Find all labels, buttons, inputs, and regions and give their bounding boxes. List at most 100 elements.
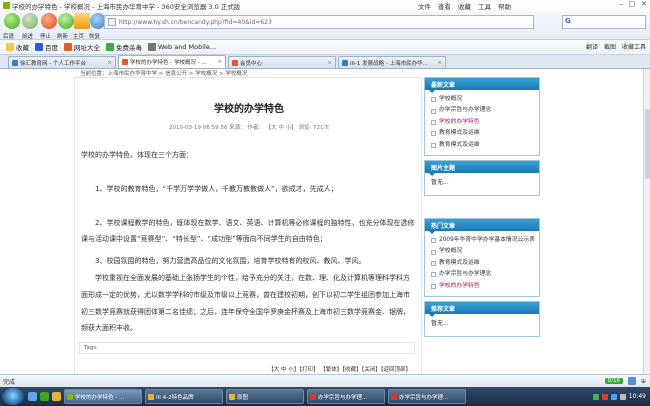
- list-item[interactable]: 教育模式及运维: [431, 258, 535, 269]
- sidebar: 最新文章 学校概况 办学宗旨与办学理念 学校的办学特色 教育模式及运维 教育模式…: [424, 77, 540, 341]
- zoom-icon[interactable]: ⊕: [641, 378, 646, 385]
- article-panel: 学校的办学特色 2010-03-19 06:59:56 来源： 作者： 【大 中…: [74, 77, 422, 374]
- screenshot-button[interactable]: 截图: [604, 42, 616, 51]
- list-item[interactable]: 学校概况: [431, 94, 535, 105]
- tab-strategy[interactable]: III-1 发展战略 - 上海市民办华... ×: [338, 56, 446, 68]
- bullet-icon: [431, 249, 436, 255]
- menu-file[interactable]: 文件: [418, 1, 431, 11]
- bullet-icon: [431, 142, 436, 148]
- web-page: 当前位置：上海市民办华育中学 > 信息公开 > 学校概况 > 学校概况 学校的办…: [0, 69, 643, 374]
- address-bar[interactable]: http://www.hy.sh.cn/bencandy.php?fid=40&…: [104, 15, 534, 29]
- favorites-right-tools: 翻译 截图 收藏工具: [586, 42, 646, 51]
- app-icon: [310, 393, 316, 400]
- pictures-title: 图片主题: [425, 161, 539, 177]
- start-button[interactable]: [2, 388, 24, 405]
- list-item[interactable]: 2009年华育中学办学基本情况公示表: [431, 235, 535, 246]
- menu-view[interactable]: 查看: [438, 1, 451, 11]
- tab-page-icon: [12, 59, 18, 66]
- list-item[interactable]: 学校的办学特色: [431, 281, 535, 292]
- browser-icon[interactable]: [40, 392, 49, 401]
- list-item[interactable]: 教育模式及运维: [431, 128, 535, 139]
- desktop-icon[interactable]: [28, 392, 37, 401]
- taskbar-window[interactable]: 办学宗旨与办学理...: [307, 389, 385, 404]
- close-icon[interactable]: ✕: [641, 0, 647, 8]
- stop-icon[interactable]: [41, 13, 57, 29]
- system-tray: 10:49: [554, 387, 650, 406]
- article-title: 学校的办学特色: [214, 104, 284, 115]
- list-item[interactable]: 学校概况: [431, 246, 535, 257]
- home-icon[interactable]: [74, 13, 90, 29]
- recommended-title: 推荐文章: [425, 302, 539, 318]
- menu-favorites[interactable]: 收藏: [458, 1, 471, 11]
- tab-member-center[interactable]: 会员中心 ×: [228, 56, 336, 68]
- app-icon: [391, 393, 397, 400]
- folder-icon[interactable]: [52, 392, 61, 401]
- list-item[interactable]: 办学宗旨与办学理念: [431, 269, 535, 280]
- tab-page-icon: [342, 59, 348, 66]
- tab-close-icon[interactable]: ×: [437, 60, 442, 66]
- favorite-baidu[interactable]: 百度: [35, 42, 58, 52]
- tray-network-icon[interactable]: [610, 393, 617, 400]
- download-counter[interactable]: 0/16: [604, 378, 623, 384]
- article-body: 学校的办学特色，体现在三个方面： 1、学校的教育特色，“千学万学学做人，千教万教…: [81, 147, 415, 337]
- favorite-sites[interactable]: 网址大全: [64, 42, 100, 52]
- app-icon: [229, 393, 235, 400]
- status-bar: 完成 0/16 ⊕: [0, 374, 650, 387]
- tray-security-icon[interactable]: [592, 393, 599, 400]
- tags-field: Tags:: [79, 342, 415, 354]
- recommended-box: 推荐文章 暂无...: [424, 301, 540, 338]
- browser-window: 学校的办学特色 - 学校概况 - 上海市民办华育中学 - 360安全浏览器 3.…: [0, 0, 650, 406]
- scrollbar-thumb[interactable]: [645, 109, 650, 179]
- pictures-empty: 暂无...: [431, 179, 449, 187]
- menu-tools[interactable]: 工具: [478, 1, 491, 11]
- tab-close-icon[interactable]: ×: [327, 60, 332, 66]
- search-engine-icon[interactable]: G: [565, 17, 571, 25]
- search-box[interactable]: G: [562, 15, 646, 29]
- minimize-icon[interactable]: –: [619, 0, 623, 8]
- recommended-empty: 暂无...: [431, 320, 449, 328]
- taskbar: 学校的办学特色 - ... III 4-2特色品牌 原图 办学宗旨与办学理...…: [0, 387, 650, 406]
- tab-school-features[interactable]: 学校的办学特色 - 学校概况 - ... ×: [118, 55, 226, 68]
- browser-logo-icon: [3, 2, 10, 9]
- vertical-scrollbar[interactable]: [643, 69, 650, 374]
- fav-tools-button[interactable]: 收藏工具: [622, 42, 646, 51]
- bullet-icon: [431, 108, 436, 114]
- favorites-button[interactable]: 收藏: [6, 42, 29, 52]
- page-icon: [108, 18, 116, 26]
- window-title: 学校的办学特色 - 学校概况 - 上海市民办华育中学 - 360安全浏览器 3.…: [12, 2, 241, 11]
- globe-icon[interactable]: [627, 377, 636, 385]
- favorite-antivirus[interactable]: 免费杀毒: [106, 42, 142, 52]
- taskbar-window[interactable]: 原图: [226, 389, 304, 404]
- favorites-bar: 收藏 百度 网址大全 免费杀毒 Web and Mobile... 翻译 截图 …: [0, 40, 650, 55]
- list-item[interactable]: 学校的办学特色: [431, 117, 535, 128]
- tab-page-icon: [122, 59, 128, 65]
- article-footer-links[interactable]: 【大 中 小】【打印】 【繁体】【收藏】【关闭】【返回顶部】: [75, 365, 423, 373]
- tab-close-icon[interactable]: ×: [107, 60, 112, 66]
- taskbar-window[interactable]: 办学宗旨与办学理...: [388, 389, 466, 404]
- quick-launch: [28, 392, 61, 401]
- latest-articles-title: 最新文章: [425, 78, 539, 93]
- app-icon: [67, 393, 73, 400]
- favorite-web-mobile[interactable]: Web and Mobile...: [148, 43, 216, 51]
- list-item[interactable]: 办学宗旨与办学理念: [431, 105, 535, 116]
- taskbar-window[interactable]: III 4-2特色品牌: [145, 389, 223, 404]
- bullet-icon: [431, 131, 436, 137]
- tab-education[interactable]: 徐汇教育网 - 个人工作平台 ×: [8, 56, 116, 68]
- hot-articles-box: 热门文章 2009年华育中学办学基本情况公示表 学校概况 教育模式及运维 办学宗…: [424, 218, 540, 298]
- taskbar-window[interactable]: 学校的办学特色 - ...: [64, 389, 142, 404]
- baidu-icon: [35, 43, 43, 51]
- forward-icon[interactable]: [22, 13, 38, 29]
- forward-label: 前进: [22, 34, 34, 40]
- back-icon[interactable]: [4, 13, 20, 29]
- refresh-icon[interactable]: [58, 13, 74, 29]
- article-meta: 2010-03-19 06:59:56 来源： 作者： 【大 中 小】 浏览: …: [168, 125, 329, 131]
- tray-volume-icon[interactable]: [619, 393, 626, 400]
- list-item[interactable]: 教育模式及运维: [431, 140, 535, 151]
- tray-antivirus-icon[interactable]: [601, 393, 608, 400]
- menu-help[interactable]: 帮助: [498, 1, 511, 11]
- maximize-icon[interactable]: □: [629, 0, 636, 8]
- clock[interactable]: 10:49: [629, 393, 646, 400]
- bullet-icon: [431, 97, 436, 103]
- translate-button[interactable]: 翻译: [586, 42, 598, 51]
- tab-close-icon[interactable]: ×: [217, 59, 222, 65]
